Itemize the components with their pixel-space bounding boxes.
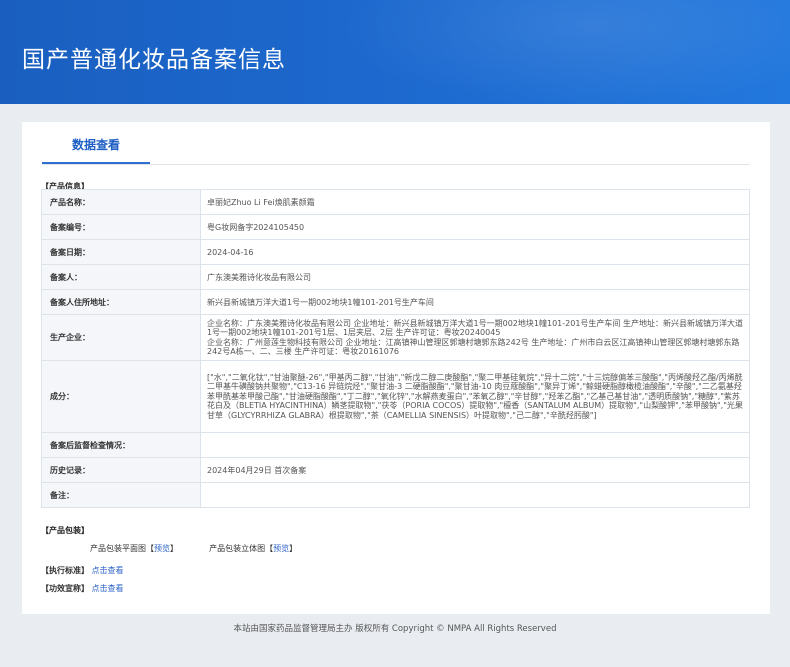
standard-row: 【执行标准】 点击查看: [41, 565, 124, 576]
table-row: 生产企业： 企业名称：广东澳美雅诗化妆品有限公司 企业地址：新兴县新城镇万洋大道…: [41, 314, 750, 361]
solid-preview-link[interactable]: 预览: [273, 544, 289, 553]
row-label: 备案人：: [41, 264, 201, 290]
table-row: 备案人： 广东澳美雅诗化妆品有限公司: [41, 264, 750, 290]
standard-link[interactable]: 点击查看: [92, 566, 124, 575]
flat-package-label: 产品包装平面图: [90, 544, 146, 553]
bracket-close: 】: [289, 544, 298, 553]
table-row: 历史记录： 2024年04月29日 首次备案: [41, 457, 750, 483]
table-row: 备案后监督检查情况：: [41, 432, 750, 458]
table-row: 备案编号： 粤G妆网备字2024105450: [41, 214, 750, 240]
footer-copyright: 本站由国家药品监督管理局主办 版权所有 Copyright © NMPA All…: [233, 624, 557, 634]
row-label: 备案编号：: [41, 214, 201, 240]
manufacturer-value: 企业名称：广东澳美雅诗化妆品有限公司 企业地址：新兴县新城镇万洋大道1号一期00…: [207, 318, 743, 356]
efficacy-label: 【功效宣称】: [41, 584, 89, 593]
header-banner: 国产普通化妆品备案信息: [0, 0, 790, 104]
bracket-open: 【: [265, 544, 274, 553]
row-label: 产品名称：: [41, 189, 201, 215]
product-name-value: 卓丽妃Zhuo Li Fei焕肌素颜霜: [200, 189, 750, 215]
registrant-value: 广东澳美雅诗化妆品有限公司: [200, 264, 750, 290]
efficacy-link[interactable]: 点击查看: [92, 584, 124, 593]
table-row: 备注：: [41, 482, 750, 508]
row-label: 历史记录：: [41, 457, 201, 483]
row-label: 成分：: [41, 360, 201, 433]
tab-bar: 数据查看: [42, 122, 750, 165]
efficacy-row: 【功效宣称】 点击查看: [41, 583, 124, 594]
row-label: 备注：: [41, 482, 201, 508]
history-value: 2024年04月29日 首次备案: [200, 457, 750, 483]
table-row: 备案日期： 2024-04-16: [41, 239, 750, 265]
record-number-value: 粤G妆网备字2024105450: [200, 214, 750, 240]
page-title: 国产普通化妆品备案信息: [22, 47, 286, 73]
product-info-table: 产品名称： 卓丽妃Zhuo Li Fei焕肌素颜霜 备案编号： 粤G妆网备字20…: [41, 189, 750, 508]
table-row: 产品名称： 卓丽妃Zhuo Li Fei焕肌素颜霜: [41, 189, 750, 215]
solid-package-label: 产品包装立体图: [209, 544, 266, 553]
ingredients-value: ["水","二氧化钛","甘油聚醚-26","甲基丙二醇","甘油","新戊二醇…: [207, 372, 743, 420]
table-row: 成分： ["水","二氧化钛","甘油聚醚-26","甲基丙二醇","甘油","…: [41, 360, 750, 433]
row-label: 备案日期：: [41, 239, 201, 265]
remarks-value: [200, 482, 750, 508]
content-panel: 数据查看 【产品信息】 产品名称： 卓丽妃Zhuo Li Fei焕肌素颜霜 备案…: [22, 122, 770, 614]
registrant-address-value: 新兴县新城镇万洋大道1号一期002地块1幢101-201号生产车间: [200, 289, 750, 315]
standard-label: 【执行标准】: [41, 566, 89, 575]
row-label: 备案人住所地址：: [41, 289, 201, 315]
supervision-value: [200, 432, 750, 458]
bracket-open: 【: [146, 544, 154, 553]
flat-preview-link[interactable]: 预览: [154, 544, 170, 553]
tab-data-view[interactable]: 数据查看: [42, 122, 150, 164]
packaging-row: 产品包装平面图【预览】 产品包装立体图【预览】: [90, 543, 297, 554]
record-date-value: 2024-04-16: [200, 239, 750, 265]
bracket-close: 】: [170, 544, 178, 553]
row-label: 生产企业：: [41, 314, 201, 361]
packaging-title: 【产品包装】: [41, 526, 89, 535]
table-row: 备案人住所地址： 新兴县新城镇万洋大道1号一期002地块1幢101-201号生产…: [41, 289, 750, 315]
row-label: 备案后监督检查情况：: [41, 432, 201, 458]
